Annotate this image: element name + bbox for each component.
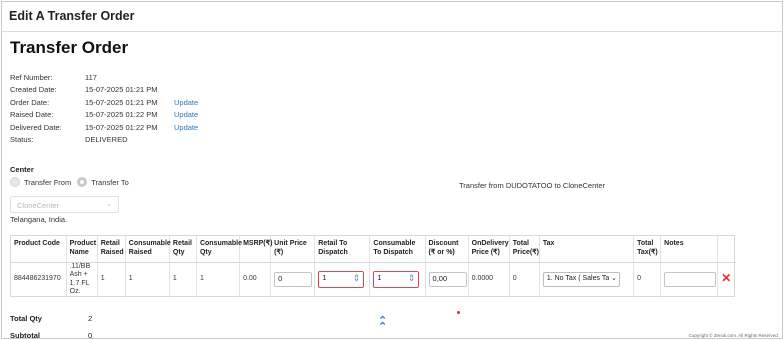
col-unit-price: Unit Price (₹) [270, 236, 316, 263]
cell-total-price: 0 [509, 262, 540, 297]
page-header: Edit A Transfer Order [2, 2, 782, 32]
info-label: Raised Date: [10, 110, 54, 120]
retail-dispatch-stepper[interactable]: 1 ⇕ [318, 271, 365, 288]
transfer-direction: Transfer From Transfer To [10, 177, 135, 187]
cell-product-name: .11/BB Ash + 1.7 FL Oz. [66, 262, 98, 297]
center-select[interactable]: CloneCenter ⌄ [10, 196, 119, 213]
total-qty-label: Total Qty [10, 314, 42, 323]
cell-ondelivery-price: 0.0000 [468, 262, 510, 297]
cell-discount: 0,00 [425, 262, 469, 297]
order-info: Ref Number: 117 Created Date: 15-07-2025… [10, 72, 198, 146]
col-notes: Notes [660, 236, 719, 263]
table-header-row: Product Code Product Name Retail Raised … [11, 236, 736, 263]
double-chevron-up-icon[interactable]: ⌃ ⌃ [378, 316, 387, 333]
status-value: DELIVERED [85, 135, 128, 145]
transfer-note: Transfer from DUDOTATOO to CloneCenter [459, 181, 606, 190]
col-discount: Discount (₹ or %) [425, 236, 469, 263]
cell-unit-price: 0 [270, 262, 316, 297]
subtotal-label: Subtotal [10, 331, 40, 339]
info-label: Delivered Date: [10, 122, 62, 132]
col-consumable-qty: Consumable Qty [196, 236, 242, 263]
col-total-price: Total Price(₹) [509, 236, 540, 263]
cell-total-tax: 0 [633, 262, 662, 297]
totals: Total Qty 2 Subtotal 0 [10, 314, 93, 339]
info-label: Created Date: [10, 85, 57, 95]
chevron-down-icon: ⌄ [106, 201, 112, 208]
col-product-code: Product Code [11, 236, 67, 263]
cell-msrp: 0.00 [239, 262, 272, 297]
col-ondelivery-price: OnDelivery Price (₹) [468, 236, 510, 263]
col-consumable-dispatch: Consumable To Dispatch [369, 236, 426, 263]
info-row-order-date: Order Date: 15-07-2025 01:21 PM Update [10, 97, 198, 109]
transfer-from-label: Transfer From [24, 177, 72, 187]
col-retail-qty: Retail Qty [169, 236, 197, 263]
copyright-text: Copyright © Zenoti.com. All Rights Reser… [688, 333, 779, 338]
info-row-created: Created Date: 15-07-2025 01:21 PM [10, 84, 198, 96]
cell-retail-dispatch: 1 ⇕ [314, 262, 371, 297]
center-location: Telangana, India. [10, 215, 68, 224]
col-product-name: Product Name [66, 236, 98, 263]
tax-select-value: 1. No Tax ( Sales Tax [546, 275, 613, 282]
cell-retail-qty: 1 [169, 262, 197, 297]
page-frame: Edit A Transfer Order Transfer Order Ref… [1, 1, 783, 339]
info-row-delivered-date: Delivered Date: 15-07-2025 01:22 PM Upda… [10, 122, 198, 134]
info-value: 117 [85, 73, 97, 82]
cell-notes [660, 262, 719, 297]
info-label: Order Date: [10, 97, 50, 107]
close-icon[interactable]: ✕ [721, 271, 731, 285]
info-label: Status: [10, 135, 34, 145]
info-label: Ref Number: [10, 73, 53, 82]
subtotal-row: Subtotal 0 [10, 331, 93, 339]
table-row: 884486231970 .11/BB Ash + 1.7 FL Oz. 1 1… [11, 262, 736, 297]
info-value: 15-07-2025 01:21 PM [85, 97, 158, 107]
update-order-date-link[interactable]: Update [174, 97, 198, 109]
cell-retail-raised: 1 [97, 262, 126, 297]
transfer-from-radio[interactable] [10, 177, 20, 187]
stepper-icon[interactable]: ⇕ [408, 274, 416, 283]
cell-consumable-raised: 1 [125, 262, 170, 297]
cell-consumable-qty: 1 [196, 262, 241, 297]
header-title: Edit A Transfer Order [9, 9, 135, 23]
center-select-value: CloneCenter [17, 201, 60, 210]
consumable-dispatch-stepper[interactable]: 1 ⇕ [373, 271, 420, 288]
col-consumable-raised: Consumable Raised [125, 236, 171, 263]
total-qty-value: 2 [88, 314, 93, 323]
info-row-status: Status: DELIVERED [10, 134, 198, 146]
tax-select[interactable]: 1. No Tax ( Sales Tax ⌄ [542, 272, 620, 287]
col-tax: Tax [539, 236, 635, 263]
products-table: Product Code Product Name Retail Raised … [10, 235, 736, 297]
retail-dispatch-value: 1 [322, 273, 327, 282]
info-row-raised-date: Raised Date: 15-07-2025 01:22 PM Update [10, 109, 198, 121]
unit-price-input[interactable]: 0 [274, 272, 313, 287]
total-qty-row: Total Qty 2 [10, 314, 92, 331]
consumable-dispatch-value: 1 [377, 273, 382, 282]
indicator-dot [457, 311, 460, 314]
info-value: 15-07-2025 01:21 PM [85, 85, 158, 95]
center-label: Center [10, 165, 34, 174]
stepper-icon[interactable]: ⇕ [353, 274, 361, 283]
subtotal-value: 0 [88, 331, 93, 339]
discount-input[interactable]: 0,00 [428, 272, 467, 287]
chevron-down-icon: ⌄ [608, 275, 617, 284]
col-msrp: MSRP(₹) [239, 236, 272, 263]
cell-consumable-dispatch: 1 ⇕ [369, 262, 426, 297]
cell-tax: 1. No Tax ( Sales Tax ⌄ [539, 262, 635, 297]
info-row-ref: Ref Number: 117 [10, 72, 198, 84]
transfer-to-label: Transfer To [91, 177, 129, 187]
col-total-tax: Total Tax(₹) [633, 236, 662, 263]
col-retail-raised: Retail Raised [97, 236, 126, 263]
col-retail-dispatch: Retail To Dispatch [314, 236, 371, 263]
info-value: 15-07-2025 01:22 PM [85, 122, 158, 132]
info-value: 15-07-2025 01:22 PM [85, 110, 158, 120]
cell-actions: ✕ [718, 262, 736, 297]
page-title: Transfer Order [10, 38, 129, 57]
update-delivered-date-link[interactable]: Update [174, 122, 198, 134]
cell-product-code: 884486231970 [11, 262, 67, 297]
col-actions [717, 236, 736, 263]
notes-input[interactable] [664, 272, 717, 287]
update-raised-date-link[interactable]: Update [174, 109, 198, 121]
transfer-to-radio[interactable] [77, 177, 88, 187]
